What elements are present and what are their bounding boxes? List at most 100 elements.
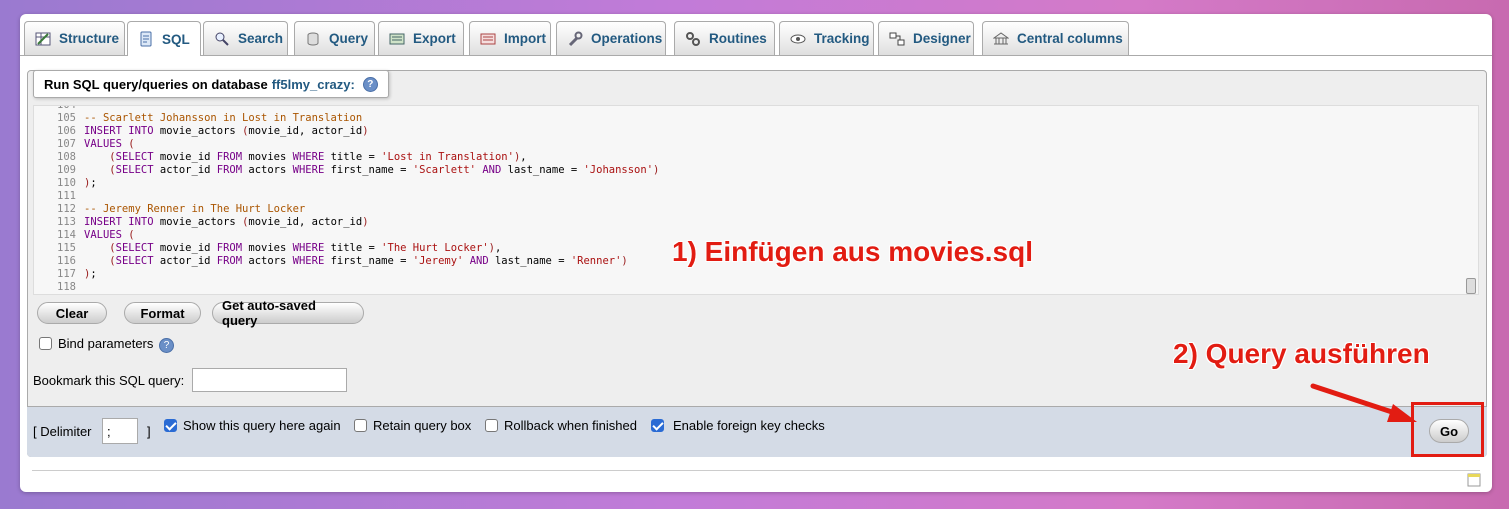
code-line: 105 -- Scarlett Johansson in Lost in Tran… [34,112,362,125]
line-number: 113 [57,216,76,228]
code-line: 118 [34,281,84,294]
line-number: 107 [57,138,76,150]
code-line: 116 (SELECT actor_id FROM actors WHERE f… [34,255,628,268]
annotation-highlight-box [1411,402,1484,457]
tab-search[interactable]: Search [203,21,288,55]
retain-query-box-label: Retain query box [373,418,472,433]
tab-structure[interactable]: Structure [24,21,125,55]
code-text: VALUES ( [84,229,135,241]
line-number: 117 [57,268,76,280]
rollback-label: Rollback when finished [504,418,637,433]
retain-query-box-checkbox[interactable] [354,419,367,432]
code-line: 108 (SELECT movie_id FROM movies WHERE t… [34,151,527,164]
tab-sql[interactable]: SQL [127,21,201,56]
tab-label: Routines [709,31,767,46]
annotation-step2: 2) Query ausführen [1173,338,1430,369]
show-query-again-checkbox[interactable] [164,419,177,432]
import-icon [480,31,496,47]
get-auto-saved-query-button[interactable]: Get auto-saved query [212,298,364,328]
line-number: 118 [57,281,76,293]
tab-label: Query [329,31,369,46]
code-line: 110); [34,177,97,190]
bind-parameters-checkbox[interactable] [39,337,52,350]
code-line: 117); [34,268,97,281]
code-text: ); [84,177,97,189]
delimiter-input[interactable] [102,418,138,444]
tab-label: Designer [913,31,971,46]
line-number: 114 [57,229,76,241]
clear-button[interactable]: Clear [37,302,107,324]
line-number: 108 [57,151,76,163]
tab-label: Tracking [814,31,870,46]
panel-title: Run SQL query/queries on database [44,76,268,92]
tab-tracking[interactable]: Tracking [779,21,874,55]
bookmark-input[interactable] [192,368,347,392]
tab-label: Search [238,31,284,46]
line-number: 109 [57,164,76,176]
line-number: 112 [57,203,76,215]
delimiter-label-open: [ Delimiter [33,424,92,439]
search-icon [214,31,230,47]
delimiter-label-close: ] [147,424,151,439]
tab-bar: Structure SQL Search Query Export Import… [20,21,1492,56]
sql-icon [138,31,154,47]
tab-export[interactable]: Export [378,21,464,55]
tab-operations[interactable]: Operations [556,21,666,55]
code-line: 107 VALUES ( [34,138,135,151]
format-button[interactable]: Format [124,302,201,324]
code-line: 113 INSERT INTO movie_actors (movie_id, a… [34,216,369,229]
editor-scrollbar-handle[interactable] [1466,278,1476,294]
tab-label: SQL [162,31,190,47]
panel-legend: Run SQL query/queries on database ff5lmy… [33,70,389,98]
code-text: (SELECT actor_id FROM actors WHERE first… [109,164,660,176]
line-number: 106 [57,125,76,137]
line-number: 104 [57,105,76,111]
code-text: (SELECT movie_id FROM movies WHERE title… [109,242,502,254]
query-icon [305,31,321,47]
tab-import[interactable]: Import [469,21,551,55]
tab-label: Structure [59,31,120,46]
structure-icon [35,31,51,47]
code-text: INSERT INTO movie_actors (movie_id, acto… [84,125,369,137]
bind-parameters-label: Bind parameters [58,336,154,351]
line-number: 105 [57,112,76,124]
help-icon[interactable]: ? [362,76,378,92]
help-icon[interactable]: ? [159,338,174,353]
code-text: -- Jeremy Renner in The Hurt Locker [84,203,306,215]
tab-label: Central columns [1017,31,1123,46]
divider [32,470,1480,471]
wrench-icon [567,31,583,47]
annotation-step1: 1) Einfügen aus movies.sql [672,236,1033,267]
code-text: ); [84,268,97,280]
tab-label: Export [413,31,456,46]
line-number: 116 [57,255,76,267]
code-text: (SELECT movie_id FROM movies WHERE title… [109,151,527,163]
tab-label: Operations [591,31,663,46]
tab-query[interactable]: Query [294,21,375,55]
line-number: 110 [57,177,76,189]
database-link[interactable]: ff5lmy_crazy: [272,77,355,92]
code-line: 106 INSERT INTO movie_actors (movie_id, a… [34,125,369,138]
designer-icon [889,31,905,47]
foreign-key-checks-checkbox[interactable] [651,419,664,432]
export-icon [389,31,405,47]
code-line: 111 [34,190,84,203]
tab-label: Import [504,31,546,46]
tab-central-columns[interactable]: Central columns [982,21,1129,55]
show-query-again-label: Show this query here again [183,418,341,433]
code-text: -- Scarlett Johansson in Lost in Transla… [84,112,363,124]
code-line: 112 -- Jeremy Renner in The Hurt Locker [34,203,305,216]
code-line: 104 [34,105,84,112]
code-line: 115 (SELECT movie_id FROM movies WHERE t… [34,242,501,255]
code-text: VALUES ( [84,138,135,150]
bookmark-label: Bookmark this SQL query: [33,373,185,388]
central-columns-icon [992,31,1010,47]
tab-designer[interactable]: Designer [878,21,974,55]
console-icon[interactable] [1467,473,1483,489]
line-number: 115 [57,242,76,254]
tab-routines[interactable]: Routines [674,21,775,55]
code-text: (SELECT actor_id FROM actors WHERE first… [109,255,628,267]
rollback-checkbox[interactable] [485,419,498,432]
line-number: 111 [57,190,76,202]
code-line: 109 (SELECT actor_id FROM actors WHERE f… [34,164,659,177]
